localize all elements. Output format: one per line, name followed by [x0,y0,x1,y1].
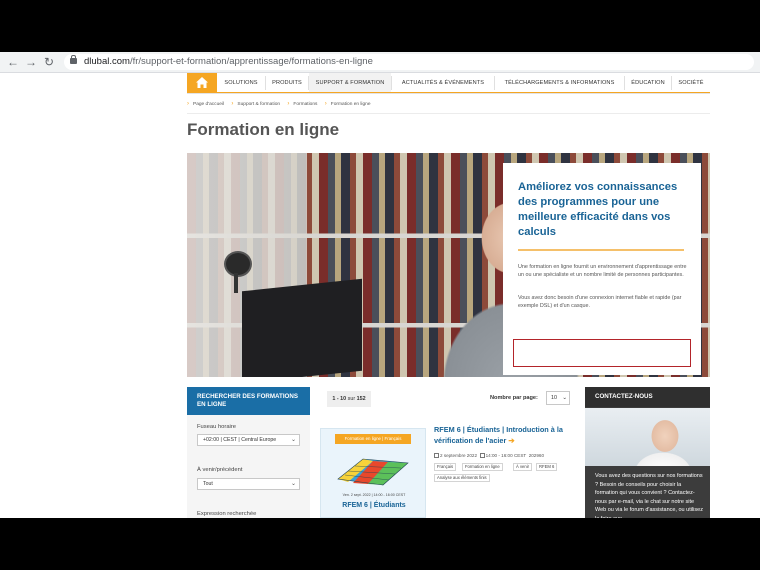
address-bar[interactable]: dlubal.com/fr/support-et-formation/appre… [64,54,754,70]
nav-item-produits[interactable]: PRODUITS [266,73,308,93]
home-icon [196,77,208,88]
course-code: 202960 [528,453,545,458]
hero-heading: Améliorez vos connaissances des programm… [518,181,678,238]
chevron-down-icon: ⌄ [562,395,567,401]
nav-item-support-formation[interactable]: SUPPORT & FORMATION [309,73,391,93]
lock-icon [70,55,77,64]
per-page-select[interactable]: 10 ⌄ [546,391,570,405]
breadcrumb-item[interactable]: Formations [293,100,317,110]
hero-divider [518,249,684,251]
divider [187,113,710,114]
browser-toolbar: ← → ↻ dlubal.com/fr/support-et-formation… [0,52,760,73]
chevron-right-icon: › [231,101,234,107]
tag[interactable]: Formation en ligne [462,463,503,471]
contact-header: CONTACTEZ-NOUS [585,387,710,407]
result-count: 1 - 10 sur 152 [327,391,371,407]
hero-requirements: Vous avez donc besoin d'une connexion in… [518,295,682,309]
contact-panel: CONTACTEZ-NOUS Vous avez des questions s… [585,387,710,518]
course-title-link[interactable]: RFEM 6 | Étudiants | Introduction à la v… [434,424,574,446]
nav-accent-line [217,92,710,93]
reload-icon[interactable]: ↻ [42,54,56,70]
forward-arrow-icon[interactable]: → [24,54,38,70]
home-button[interactable] [187,73,217,93]
nav-item-societe[interactable]: SOCIÉTÉ [672,73,710,93]
monitor-image [242,278,362,377]
main-navigation: SOLUTIONS PRODUITS SUPPORT & FORMATION A… [187,73,710,94]
search-panel-header: RECHERCHER DES FORMATIONS EN LIGNE [187,387,310,415]
webcam-icon [224,251,252,277]
url-text: dlubal.com/fr/support-et-formation/appre… [84,56,373,67]
tag[interactable]: À venir [513,463,533,471]
course-thumbnail[interactable]: Formation en ligne | Français Ven. 2 sep… [320,428,426,518]
per-page-label: Nombre par page: [490,395,538,401]
highlight-box [513,339,691,367]
upcoming-label: À venir/précédent [197,467,243,473]
chevron-down-icon: ⌄ [290,437,296,443]
tag[interactable]: Français [434,463,457,471]
tag[interactable]: Analyse aux éléments finis [434,474,490,482]
arrow-right-icon: ➔ [508,436,515,445]
chevron-down-icon: ⌄ [290,481,296,487]
breadcrumb: › Page d'accueil › Support & formation › Fo… [187,99,377,109]
back-arrow-icon[interactable]: ← [6,54,20,70]
timezone-select[interactable]: +02:00 | CEST | Central Europe ⌄ [197,434,300,446]
support-agent-image [585,408,710,466]
search-panel: RECHERCHER DES FORMATIONS EN LIGNE Fusea… [187,387,310,518]
calendar-icon [434,453,439,458]
course-badge: Formation en ligne | Français [335,434,411,444]
breadcrumb-item[interactable]: Support & formation [237,100,280,110]
chevron-right-icon: › [324,101,327,107]
course-meta: 2 septembre 2022 14:00 - 16:00 CEST 2029… [434,453,580,458]
hero-description: Une formation en ligne fournit un enviro… [518,264,687,278]
page-title: Formation en ligne [187,120,340,139]
thumbnail-date: Ven. 2 sept. 2022 | 14:00 - 16:00 CEST [342,493,406,497]
tag[interactable]: RFEM 6 [536,463,558,471]
chevron-right-icon: › [287,101,290,107]
nav-item-telechargements[interactable]: TÉLÉCHARGEMENTS & INFORMATIONS [495,73,624,93]
structure-model-image [337,458,409,486]
nav-item-solutions[interactable]: SOLUTIONS [217,73,265,93]
nav-item-education[interactable]: ÉDUCATION [625,73,671,93]
nav-item-actualites[interactable]: ACTUALITÉS & ÉVÉNEMENTS [392,73,494,93]
breadcrumb-item-current: Formation en ligne [330,102,371,107]
search-expression-label: Expression recherchée [197,511,257,517]
thumbnail-title: RFEM 6 | Étudiants [342,502,406,509]
breadcrumb-item[interactable]: Page d'accueil [193,100,224,110]
clock-icon [479,453,485,458]
upcoming-select[interactable]: Tout ⌄ [197,478,300,490]
contact-text: Vous avez des questions sur nos formatio… [595,473,703,518]
browser-window: ← → ↻ dlubal.com/fr/support-et-formation… [0,52,760,518]
webcam-stand [234,273,238,293]
chevron-right-icon: › [187,101,189,107]
timezone-label: Fuseau horaire [197,424,236,430]
results-bar: 1 - 10 sur 152 Nombre par page: 10 ⌄ [319,387,577,411]
